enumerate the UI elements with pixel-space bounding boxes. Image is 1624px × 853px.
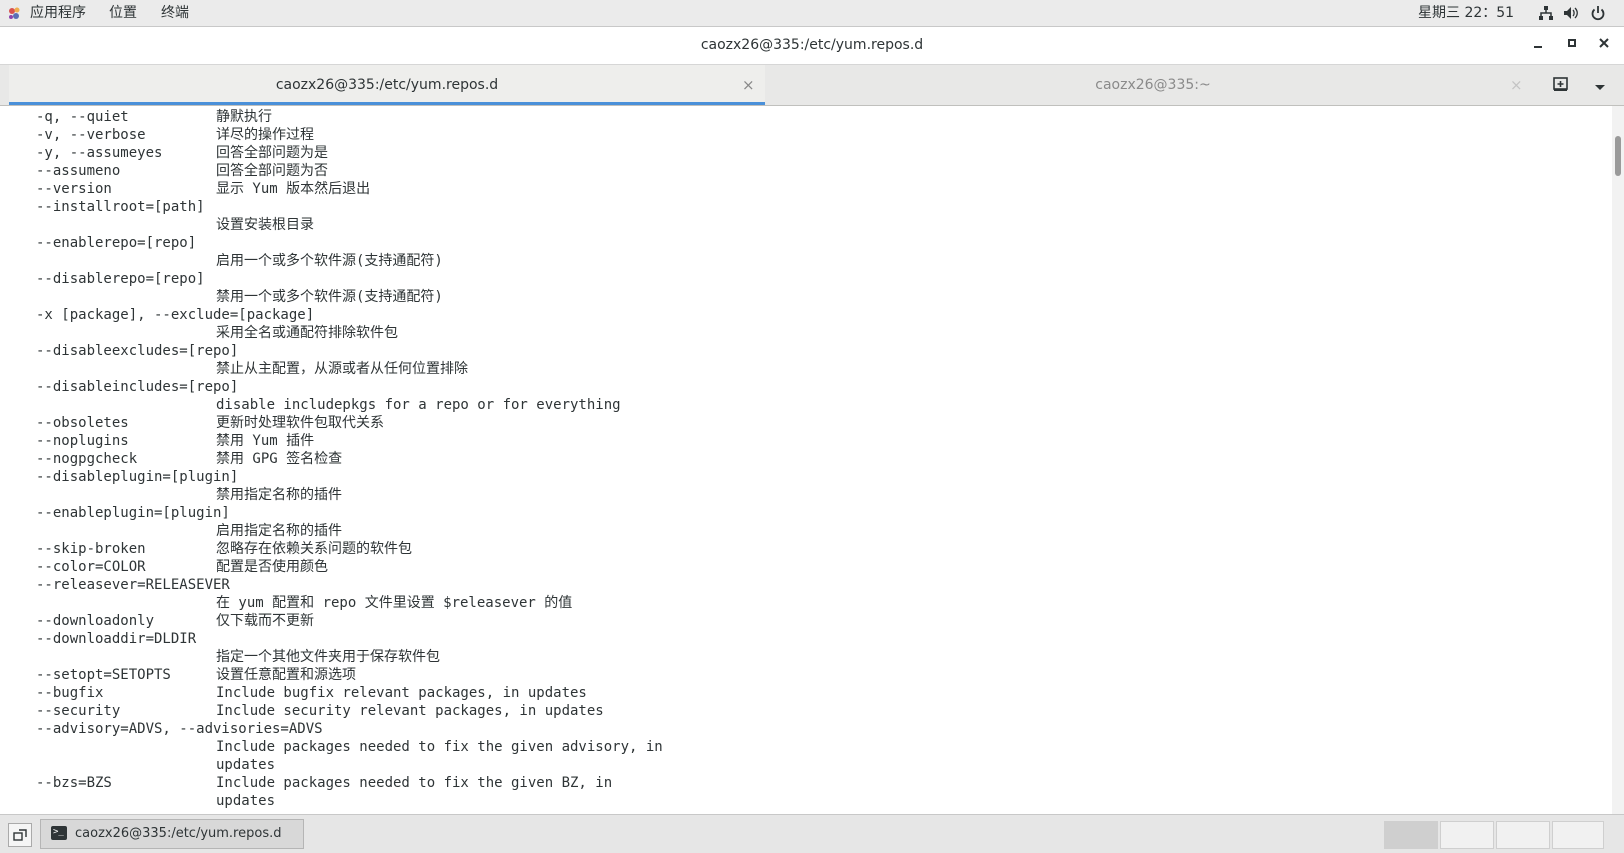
option-description: 静默执行 [216, 109, 272, 125]
option-flag: --assumeno [36, 163, 121, 179]
option-flag: --nogpgcheck [36, 451, 138, 467]
tab-label: caozx26@335:/etc/yum.repos.d [275, 77, 499, 93]
tab-bar: caozx26@335:/etc/yum.repos.d × caozx26@3… [0, 65, 1624, 106]
option-flag: --version [36, 181, 112, 197]
option-description: Include bugfix relevant packages, in upd… [216, 685, 587, 701]
option-flag: -y, --assumeyes [36, 145, 163, 161]
option-flag: --bzs=BZS [36, 775, 112, 791]
option-flag: --downloadonly [36, 613, 155, 629]
close-tab-icon[interactable]: × [742, 65, 755, 105]
option-flag: --enablerepo=[repo] [36, 235, 197, 251]
workspace-2[interactable] [1440, 821, 1494, 849]
applications-logo-icon [9, 7, 20, 19]
option-flag: --color=COLOR [36, 559, 146, 575]
option-description: 配置是否使用颜色 [216, 559, 328, 575]
option-description: 启用指定名称的插件 [216, 523, 342, 539]
option-flag: --bugfix [36, 685, 104, 701]
option-description: disable includepkgs for a repo or for ev… [216, 397, 621, 413]
option-description: 禁用 GPG 签名检查 [216, 451, 343, 467]
window-title: caozx26@335:/etc/yum.repos.d [700, 37, 924, 53]
option-flag: --releasever=RELEASEVER [36, 577, 230, 593]
terminal-scrollbar[interactable] [1612, 106, 1624, 814]
chevron-down-icon [1595, 85, 1605, 90]
workspace-4[interactable] [1552, 821, 1604, 849]
top-panel: 应用程序 位置 终端 星期三 22：51 [0, 0, 1624, 27]
option-flag: --downloaddir=DLDIR [36, 631, 197, 647]
maximize-icon [1568, 39, 1576, 47]
menu-places[interactable]: 位置 [109, 0, 137, 26]
option-flag: --disablerepo=[repo] [36, 271, 205, 287]
network-icon[interactable] [1538, 5, 1554, 21]
minimize-button[interactable] [1530, 37, 1546, 53]
option-description: 禁止从主配置，从源或者从任何位置排除 [216, 361, 468, 377]
option-flag: -v, --verbose [36, 127, 146, 143]
option-description: 详尽的操作过程 [216, 127, 314, 143]
option-description: 设置安装根目录 [216, 217, 314, 233]
option-flag: --security [36, 703, 121, 719]
option-description: updates [216, 793, 276, 809]
new-tab-icon [1553, 77, 1568, 91]
option-flag: --enableplugin=[plugin] [36, 505, 230, 521]
taskbar-window-item[interactable]: >_ caozx26@335:/etc/yum.repos.d [40, 819, 304, 849]
menu-applications[interactable]: 应用程序 [30, 0, 86, 26]
option-flag: --disableexcludes=[repo] [36, 343, 239, 359]
clock[interactable]: 星期三 22：51 [1418, 0, 1514, 26]
option-description: 回答全部问题为是 [216, 145, 328, 161]
option-description: 在 yum 配置和 repo 文件里设置 $releasever 的值 [216, 595, 573, 611]
menu-terminal[interactable]: 终端 [161, 0, 189, 26]
option-description: 设置任意配置和源选项 [216, 667, 356, 683]
option-description: 禁用一个或多个软件源(支持通配符) [216, 289, 443, 305]
close-icon [1599, 38, 1609, 48]
close-window-button[interactable] [1596, 37, 1612, 53]
tab-etc-yum-repos[interactable]: caozx26@335:/etc/yum.repos.d × [9, 65, 765, 105]
option-description: 更新时处理软件包取代关系 [216, 415, 384, 431]
option-description: updates [216, 757, 276, 773]
option-flag: -q, --quiet [36, 109, 129, 125]
workspace-1[interactable] [1384, 821, 1438, 849]
option-flag: --installroot=[path] [36, 199, 205, 215]
option-description: 禁用 Yum 插件 [216, 433, 315, 449]
option-flag: --disableplugin=[plugin] [36, 469, 239, 485]
tab-home[interactable]: caozx26@335:~ × [766, 65, 1540, 105]
option-flag: -x [package], --exclude=[package] [36, 307, 315, 323]
option-flag: --obsoletes [36, 415, 129, 431]
scrollbar-thumb[interactable] [1615, 136, 1621, 176]
option-description: 启用一个或多个软件源(支持通配符) [216, 253, 443, 269]
power-icon[interactable] [1590, 5, 1606, 21]
option-description: Include packages needed to fix the given… [216, 775, 613, 791]
new-tab-button[interactable] [1552, 75, 1572, 95]
option-flag: --setopt=SETOPTS [36, 667, 171, 683]
close-tab-icon[interactable]: × [1510, 65, 1523, 105]
terminal-app-icon: >_ [51, 826, 67, 840]
window-titlebar[interactable]: caozx26@335:/etc/yum.repos.d [0, 27, 1624, 65]
option-flag: --disableincludes=[repo] [36, 379, 239, 395]
option-flag: --noplugins [36, 433, 129, 449]
taskbar-window-label: caozx26@335:/etc/yum.repos.d [75, 826, 282, 841]
option-description: Include security relevant packages, in u… [216, 703, 604, 719]
show-desktop-button[interactable] [8, 823, 32, 847]
option-description: 采用全名或通配符排除软件包 [216, 325, 398, 341]
option-description: 忽略存在依赖关系问题的软件包 [216, 541, 412, 557]
show-desktop-icon [13, 829, 27, 841]
terminal-output[interactable]: -q, --quiet 静默执行 -v, --verbose 详尽的操作过程 -y, -… [0, 106, 1612, 814]
maximize-button[interactable] [1564, 37, 1580, 53]
tab-menu-button[interactable] [1594, 79, 1608, 93]
option-description: 回答全部问题为否 [216, 163, 328, 179]
tab-label: caozx26@335:~ [1095, 77, 1211, 93]
option-description: 仅下载而不更新 [216, 613, 314, 629]
option-description: 禁用指定名称的插件 [216, 487, 342, 503]
bottom-taskbar: >_ caozx26@335:/etc/yum.repos.d [0, 814, 1624, 853]
option-description: 指定一个其他文件夹用于保存软件包 [216, 649, 440, 665]
workspace-3[interactable] [1496, 821, 1550, 849]
option-description: Include packages needed to fix the given… [216, 739, 663, 755]
option-flag: --advisory=ADVS, --advisories=ADVS [36, 721, 323, 737]
option-flag: --skip-broken [36, 541, 146, 557]
volume-icon[interactable] [1563, 5, 1579, 21]
option-description: 显示 Yum 版本然后退出 [216, 181, 371, 197]
minimize-icon [1534, 46, 1542, 48]
